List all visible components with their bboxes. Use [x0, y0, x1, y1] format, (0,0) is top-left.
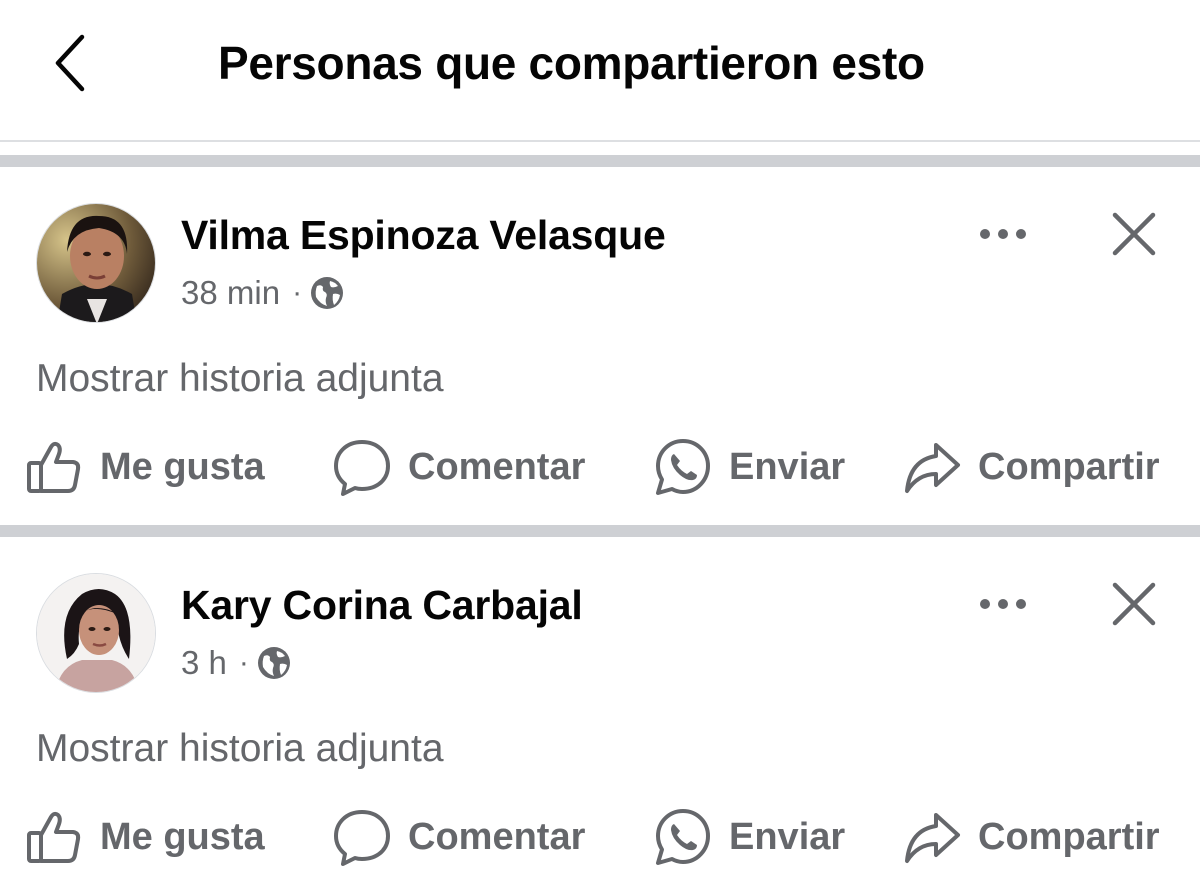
share-arrow-icon — [902, 807, 962, 867]
show-attached-story-link[interactable]: Mostrar historia adjunta — [36, 357, 444, 401]
avatar[interactable] — [36, 573, 156, 693]
meta-separator: · — [238, 646, 249, 679]
profile-photo — [37, 574, 155, 692]
close-icon — [1112, 212, 1156, 256]
comment-label: Comentar — [408, 445, 586, 488]
avatar[interactable] — [36, 203, 156, 323]
more-dots-icon — [980, 599, 1026, 609]
more-options-button[interactable] — [975, 584, 1031, 624]
share-label: Compartir — [978, 815, 1160, 858]
post-meta: 38 min · — [181, 274, 344, 312]
top-bar: Personas que compartieron esto — [0, 0, 1200, 140]
section-divider — [0, 525, 1200, 537]
comment-button[interactable]: Comentar — [332, 802, 585, 872]
send-label: Enviar — [729, 815, 846, 858]
close-icon — [1112, 582, 1156, 626]
globe-icon — [257, 647, 290, 679]
back-button[interactable] — [40, 28, 100, 98]
post-time[interactable]: 38 min — [181, 274, 280, 312]
post-actions-bar: Me gusta Comentar Enviar Compartir — [0, 802, 1200, 872]
comment-label: Comentar — [408, 815, 586, 858]
author-name[interactable]: Kary Corina Carbajal — [181, 582, 583, 629]
share-button[interactable]: Compartir — [902, 802, 1160, 872]
share-label: Compartir — [978, 445, 1160, 488]
profile-photo — [37, 204, 155, 322]
comment-bubble-icon — [332, 807, 392, 867]
chevron-left-icon — [55, 34, 85, 92]
more-options-button[interactable] — [975, 214, 1031, 254]
thumbs-up-icon — [24, 437, 84, 497]
page-title: Personas que compartieron esto — [218, 37, 925, 89]
whatsapp-icon — [653, 437, 713, 497]
thumbs-up-icon — [24, 807, 84, 867]
show-attached-story-link[interactable]: Mostrar historia adjunta — [36, 727, 444, 771]
post-meta: 3 h · — [181, 644, 291, 682]
post-time[interactable]: 3 h — [181, 644, 227, 682]
like-label: Me gusta — [100, 445, 265, 488]
share-arrow-icon — [902, 437, 962, 497]
comment-bubble-icon — [332, 437, 392, 497]
shared-post: Vilma Espinoza Velasque 38 min · Mostrar… — [0, 167, 1200, 525]
hide-post-button[interactable] — [1108, 208, 1160, 260]
like-button[interactable]: Me gusta — [24, 432, 265, 502]
meta-separator: · — [292, 276, 303, 309]
shared-post: Kary Corina Carbajal 3 h · Mostrar histo… — [0, 537, 1200, 880]
like-button[interactable]: Me gusta — [24, 802, 265, 872]
post-actions-bar: Me gusta Comentar Enviar Compartir — [0, 432, 1200, 502]
send-button[interactable]: Enviar — [653, 802, 845, 872]
section-divider — [0, 155, 1200, 167]
whatsapp-icon — [653, 807, 713, 867]
globe-icon — [311, 277, 344, 309]
more-dots-icon — [980, 229, 1026, 239]
hide-post-button[interactable] — [1108, 578, 1160, 630]
like-label: Me gusta — [100, 815, 265, 858]
send-label: Enviar — [729, 445, 846, 488]
share-button[interactable]: Compartir — [902, 432, 1160, 502]
send-button[interactable]: Enviar — [653, 432, 845, 502]
header-divider — [0, 140, 1200, 142]
author-name[interactable]: Vilma Espinoza Velasque — [181, 212, 666, 259]
comment-button[interactable]: Comentar — [332, 432, 585, 502]
